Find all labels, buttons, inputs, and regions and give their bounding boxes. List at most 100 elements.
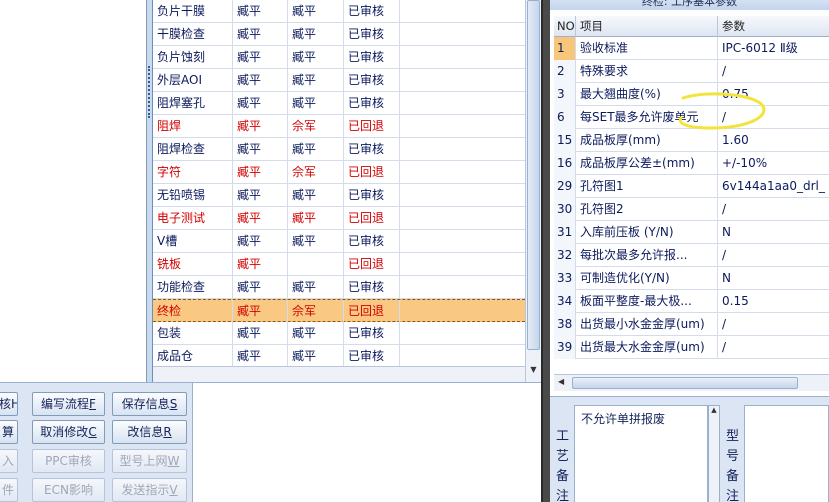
process-checker-cell[interactable]: 佘军 bbox=[288, 161, 344, 184]
process-row[interactable]: V槽 臧平 臧平 已审核 bbox=[153, 230, 525, 253]
process-checker-cell[interactable]: 佘军 bbox=[288, 115, 344, 138]
process-step-cell[interactable]: V槽 bbox=[153, 230, 233, 253]
process-maker-cell[interactable]: 臧平 bbox=[233, 161, 288, 184]
param-item-cell[interactable]: 出货最大水金金厚(um) bbox=[576, 336, 718, 359]
process-checker-cell[interactable]: 佘军 bbox=[288, 300, 344, 323]
param-row[interactable]: 29 孔符图1 6v144a1aa0_drl_ bbox=[554, 175, 829, 198]
process-maker-cell[interactable]: 臧平 bbox=[233, 322, 288, 345]
param-no-cell[interactable]: 33 bbox=[554, 267, 576, 290]
param-value-cell[interactable]: N bbox=[718, 267, 829, 290]
process-step-cell[interactable]: 负片蚀刻 bbox=[153, 46, 233, 69]
modify-info-button[interactable]: 改信息R bbox=[112, 420, 187, 444]
param-value-cell[interactable]: +/-10% bbox=[718, 152, 829, 175]
process-status-cell[interactable]: 已审核 bbox=[344, 184, 400, 207]
model-remark-textarea[interactable] bbox=[744, 405, 829, 502]
param-row[interactable]: 39 出货最大水金金厚(um) / bbox=[554, 336, 829, 359]
model-online-button[interactable]: 型号上网W bbox=[112, 449, 187, 473]
param-item-cell[interactable]: 每批次最多允许报... bbox=[576, 244, 718, 267]
process-row[interactable]: 功能检查 臧平 臧平 已审核 bbox=[153, 276, 525, 299]
param-item-cell[interactable]: 入库前压板 (Y/N) bbox=[576, 221, 718, 244]
process-empty-cell[interactable] bbox=[400, 230, 525, 253]
process-maker-cell[interactable]: 臧平 bbox=[233, 253, 288, 276]
process-checker-cell[interactable]: 臧平 bbox=[288, 345, 344, 366]
scrollbar-thumb[interactable] bbox=[527, 0, 540, 350]
process-checker-cell[interactable]: 臧平 bbox=[288, 207, 344, 230]
param-item-cell[interactable]: 成品板厚公差±(mm) bbox=[576, 152, 718, 175]
process-checker-cell[interactable]: 臧平 bbox=[288, 0, 344, 23]
process-empty-cell[interactable] bbox=[400, 322, 525, 345]
process-maker-cell[interactable]: 臧平 bbox=[233, 276, 288, 299]
param-row[interactable]: 34 板面平整度-最大极... 0.15 bbox=[554, 290, 829, 313]
process-row[interactable]: 负片干膜 臧平 臧平 已审核 bbox=[153, 0, 525, 23]
process-empty-cell[interactable] bbox=[400, 115, 525, 138]
param-row[interactable]: 1 验收标准 IPC-6012 Ⅱ级 bbox=[554, 37, 829, 60]
ecn-impact-button[interactable]: ECN影响 bbox=[32, 478, 105, 502]
process-row[interactable]: 终检 臧平 佘军 已回退 bbox=[153, 299, 525, 323]
param-no-cell[interactable]: 38 bbox=[554, 313, 576, 336]
process-maker-cell[interactable]: 臧平 bbox=[233, 46, 288, 69]
process-maker-cell[interactable]: 臧平 bbox=[233, 115, 288, 138]
param-value-cell[interactable]: N bbox=[718, 221, 829, 244]
process-step-cell[interactable]: 铣板 bbox=[153, 253, 233, 276]
param-no-cell[interactable]: 2 bbox=[554, 60, 576, 83]
param-item-cell[interactable]: 孔符图2 bbox=[576, 198, 718, 221]
process-step-cell[interactable]: 无铅喷锡 bbox=[153, 184, 233, 207]
process-status-cell[interactable]: 已回退 bbox=[344, 253, 400, 276]
process-row[interactable]: 成品仓 臧平 臧平 已审核 bbox=[153, 345, 525, 366]
param-no-cell[interactable]: 29 bbox=[554, 175, 576, 198]
param-value-cell[interactable]: IPC-6012 Ⅱ级 bbox=[718, 37, 829, 60]
process-checker-cell[interactable] bbox=[288, 253, 344, 276]
param-row[interactable]: 38 出货最小水金金厚(um) / bbox=[554, 313, 829, 336]
process-row[interactable]: 阻焊检查 臧平 臧平 已审核 bbox=[153, 138, 525, 161]
craft-remark-textarea[interactable]: 不允许单拼报废 bbox=[574, 405, 708, 502]
cancel-edit-button[interactable]: 取消修改C bbox=[32, 420, 105, 444]
process-row[interactable]: 负片蚀刻 臧平 臧平 已审核 bbox=[153, 46, 525, 69]
process-step-cell[interactable]: 包装 bbox=[153, 322, 233, 345]
param-row[interactable]: 32 每批次最多允许报... / bbox=[554, 244, 829, 267]
process-step-cell[interactable]: 负片干膜 bbox=[153, 0, 233, 23]
process-status-cell[interactable]: 已审核 bbox=[344, 0, 400, 23]
params-grid[interactable]: 1 验收标准 IPC-6012 Ⅱ级 2 特殊要求/3 最大翘曲度(%) 0.75 6 每SET… bbox=[554, 37, 829, 361]
ppc-review-button[interactable]: PPC审核 bbox=[32, 449, 105, 473]
process-maker-cell[interactable]: 臧平 bbox=[233, 23, 288, 46]
param-row[interactable]: 2 特殊要求 / bbox=[554, 60, 829, 83]
audit-button[interactable]: 核H bbox=[0, 392, 18, 416]
param-item-cell[interactable]: 可制造优化(Y/N) bbox=[576, 267, 718, 290]
process-step-cell[interactable]: 阻焊 bbox=[153, 115, 233, 138]
param-no-cell[interactable]: 32 bbox=[554, 244, 576, 267]
process-status-cell[interactable]: 已审核 bbox=[344, 23, 400, 46]
process-row[interactable]: 外层AOI 臧平 臧平 已审核 bbox=[153, 69, 525, 92]
process-empty-cell[interactable] bbox=[400, 69, 525, 92]
process-row[interactable]: 电子测试 臧平 臧平 已回退 bbox=[153, 207, 525, 230]
process-status-cell[interactable]: 已审核 bbox=[344, 345, 400, 366]
process-maker-cell[interactable]: 臧平 bbox=[233, 300, 288, 323]
process-maker-cell[interactable]: 臧平 bbox=[233, 138, 288, 161]
scrollbar-thumb[interactable] bbox=[572, 377, 798, 389]
process-status-cell[interactable]: 已回退 bbox=[344, 161, 400, 184]
param-no-cell[interactable]: 34 bbox=[554, 290, 576, 313]
process-checker-cell[interactable]: 臧平 bbox=[288, 92, 344, 115]
process-empty-cell[interactable] bbox=[400, 276, 525, 299]
process-maker-cell[interactable]: 臧平 bbox=[233, 230, 288, 253]
process-status-cell[interactable]: 已回退 bbox=[344, 300, 400, 323]
process-status-cell[interactable]: 已审核 bbox=[344, 92, 400, 115]
param-item-cell[interactable]: 板面平整度-最大极... bbox=[576, 290, 718, 313]
process-step-cell[interactable]: 阻焊检查 bbox=[153, 138, 233, 161]
left-tree-panel[interactable] bbox=[0, 0, 147, 382]
process-step-cell[interactable]: 干膜检查 bbox=[153, 23, 233, 46]
process-step-cell[interactable]: 阻焊塞孔 bbox=[153, 92, 233, 115]
process-status-cell[interactable]: 已审核 bbox=[344, 322, 400, 345]
param-item-cell[interactable]: 特殊要求 bbox=[576, 60, 718, 83]
process-empty-cell[interactable] bbox=[400, 138, 525, 161]
param-no-cell[interactable]: 39 bbox=[554, 336, 576, 359]
process-status-cell[interactable]: 已回退 bbox=[344, 207, 400, 230]
process-checker-cell[interactable]: 臧平 bbox=[288, 276, 344, 299]
process-row[interactable]: 阻焊 臧平 佘军 已回退 bbox=[153, 115, 525, 138]
process-step-cell[interactable]: 功能检查 bbox=[153, 276, 233, 299]
process-empty-cell[interactable] bbox=[400, 161, 525, 184]
param-item-cell[interactable]: 验收标准 bbox=[576, 37, 718, 60]
process-empty-cell[interactable] bbox=[400, 46, 525, 69]
process-row[interactable]: 包装 臧平 臧平 已审核 bbox=[153, 322, 525, 345]
param-item-cell[interactable]: 出货最小水金金厚(um) bbox=[576, 313, 718, 336]
process-status-cell[interactable]: 已审核 bbox=[344, 230, 400, 253]
